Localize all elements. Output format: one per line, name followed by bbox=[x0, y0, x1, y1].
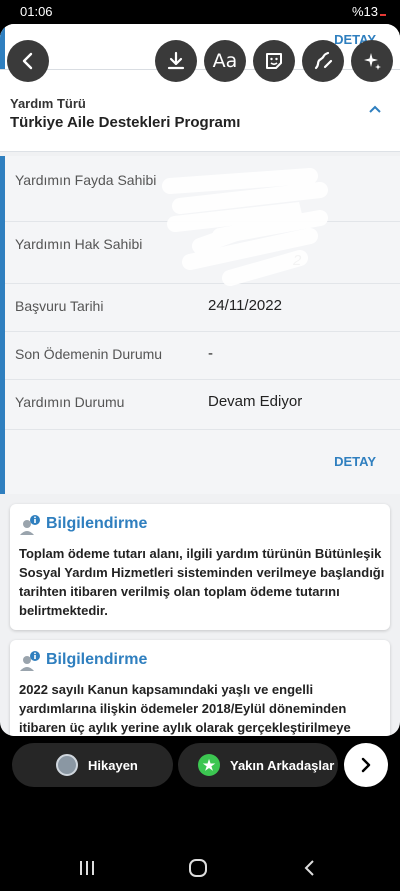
detail-value: Devam Ediyor bbox=[208, 393, 303, 410]
recent-apps-icon[interactable] bbox=[77, 858, 97, 878]
user-info-icon bbox=[20, 651, 40, 671]
back-nav-icon[interactable] bbox=[300, 858, 320, 878]
info-card-title: Bilgilendirme bbox=[46, 651, 148, 668]
draw-button[interactable] bbox=[302, 40, 344, 82]
info-card-title: Bilgilendirme bbox=[46, 515, 148, 532]
status-time: 01:06 bbox=[20, 4, 53, 19]
detail-key: Son Ödemenin Durumu bbox=[15, 346, 163, 362]
text-icon: Aa bbox=[212, 50, 238, 72]
your-story-label: Hikayen bbox=[88, 757, 138, 773]
detail-key: Başvuru Tarihi bbox=[15, 298, 104, 314]
detail-row-aid-status: Yardımın Durumu Devam Ediyor bbox=[5, 380, 400, 430]
info-card: Bilgilendirme 2022 sayılı Kanun kapsamın… bbox=[10, 640, 390, 736]
detail-row-last-payment: Son Ödemenin Durumu - bbox=[5, 332, 400, 380]
chevron-right-icon bbox=[361, 757, 371, 773]
detail-value: 24/11/2022 bbox=[208, 297, 282, 314]
status-bar: 01:06 %13 bbox=[0, 0, 400, 24]
detail-key: Yardımın Fayda Sahibi bbox=[15, 172, 157, 188]
sticker-button[interactable] bbox=[253, 40, 295, 82]
close-friends-label: Yakın Arkadaşlar bbox=[230, 757, 335, 773]
battery-level: %13 bbox=[351, 4, 378, 19]
detail-key: Yardımın Durumu bbox=[15, 394, 125, 410]
aid-type-value: Türkiye Aile Destekleri Programı bbox=[10, 114, 241, 131]
detail-key: Yardımın Hak Sahibi bbox=[15, 236, 143, 252]
user-info-icon bbox=[20, 515, 40, 535]
draw-icon bbox=[314, 51, 333, 70]
chevron-up-icon[interactable] bbox=[368, 102, 382, 116]
close-friends-button[interactable]: ★ Yakın Arkadaşlar bbox=[178, 743, 338, 787]
effects-button[interactable] bbox=[351, 40, 393, 82]
back-icon bbox=[22, 52, 33, 70]
home-icon[interactable] bbox=[188, 858, 208, 878]
story-canvas: DETAY Yardım Türü Türkiye Aile Destekler… bbox=[0, 24, 400, 736]
star-icon: ★ bbox=[198, 754, 220, 776]
info-card-body: Toplam ödeme tutarı alanı, ilgili yardım… bbox=[19, 546, 385, 618]
navigation-bar bbox=[0, 840, 400, 891]
next-button[interactable] bbox=[344, 743, 388, 787]
info-card: Bilgilendirme Toplam ödeme tutarı alanı,… bbox=[10, 504, 390, 630]
aid-type-label: Yardım Türü bbox=[10, 96, 86, 111]
back-button[interactable] bbox=[7, 40, 49, 82]
accent-bar bbox=[0, 24, 5, 70]
aid-type-header[interactable]: Yardım Türü Türkiye Aile Destekleri Prog… bbox=[0, 70, 400, 152]
battery-low-indicator bbox=[380, 14, 386, 16]
info-card-body: 2022 sayılı Kanun kapsamındaki yaşlı ve … bbox=[19, 682, 351, 735]
share-bar: Hikayen ★ Yakın Arkadaşlar bbox=[0, 736, 400, 796]
text-tool-button[interactable]: Aa bbox=[204, 40, 246, 82]
avatar bbox=[56, 754, 78, 776]
download-icon bbox=[167, 51, 185, 70]
detail-value: - bbox=[208, 345, 213, 362]
download-button[interactable] bbox=[155, 40, 197, 82]
sticker-icon bbox=[266, 53, 282, 69]
effects-icon bbox=[364, 53, 381, 70]
detay-link[interactable]: DETAY bbox=[334, 454, 376, 469]
your-story-button[interactable]: Hikayen bbox=[12, 743, 173, 787]
redaction-scribble bbox=[162, 168, 328, 286]
